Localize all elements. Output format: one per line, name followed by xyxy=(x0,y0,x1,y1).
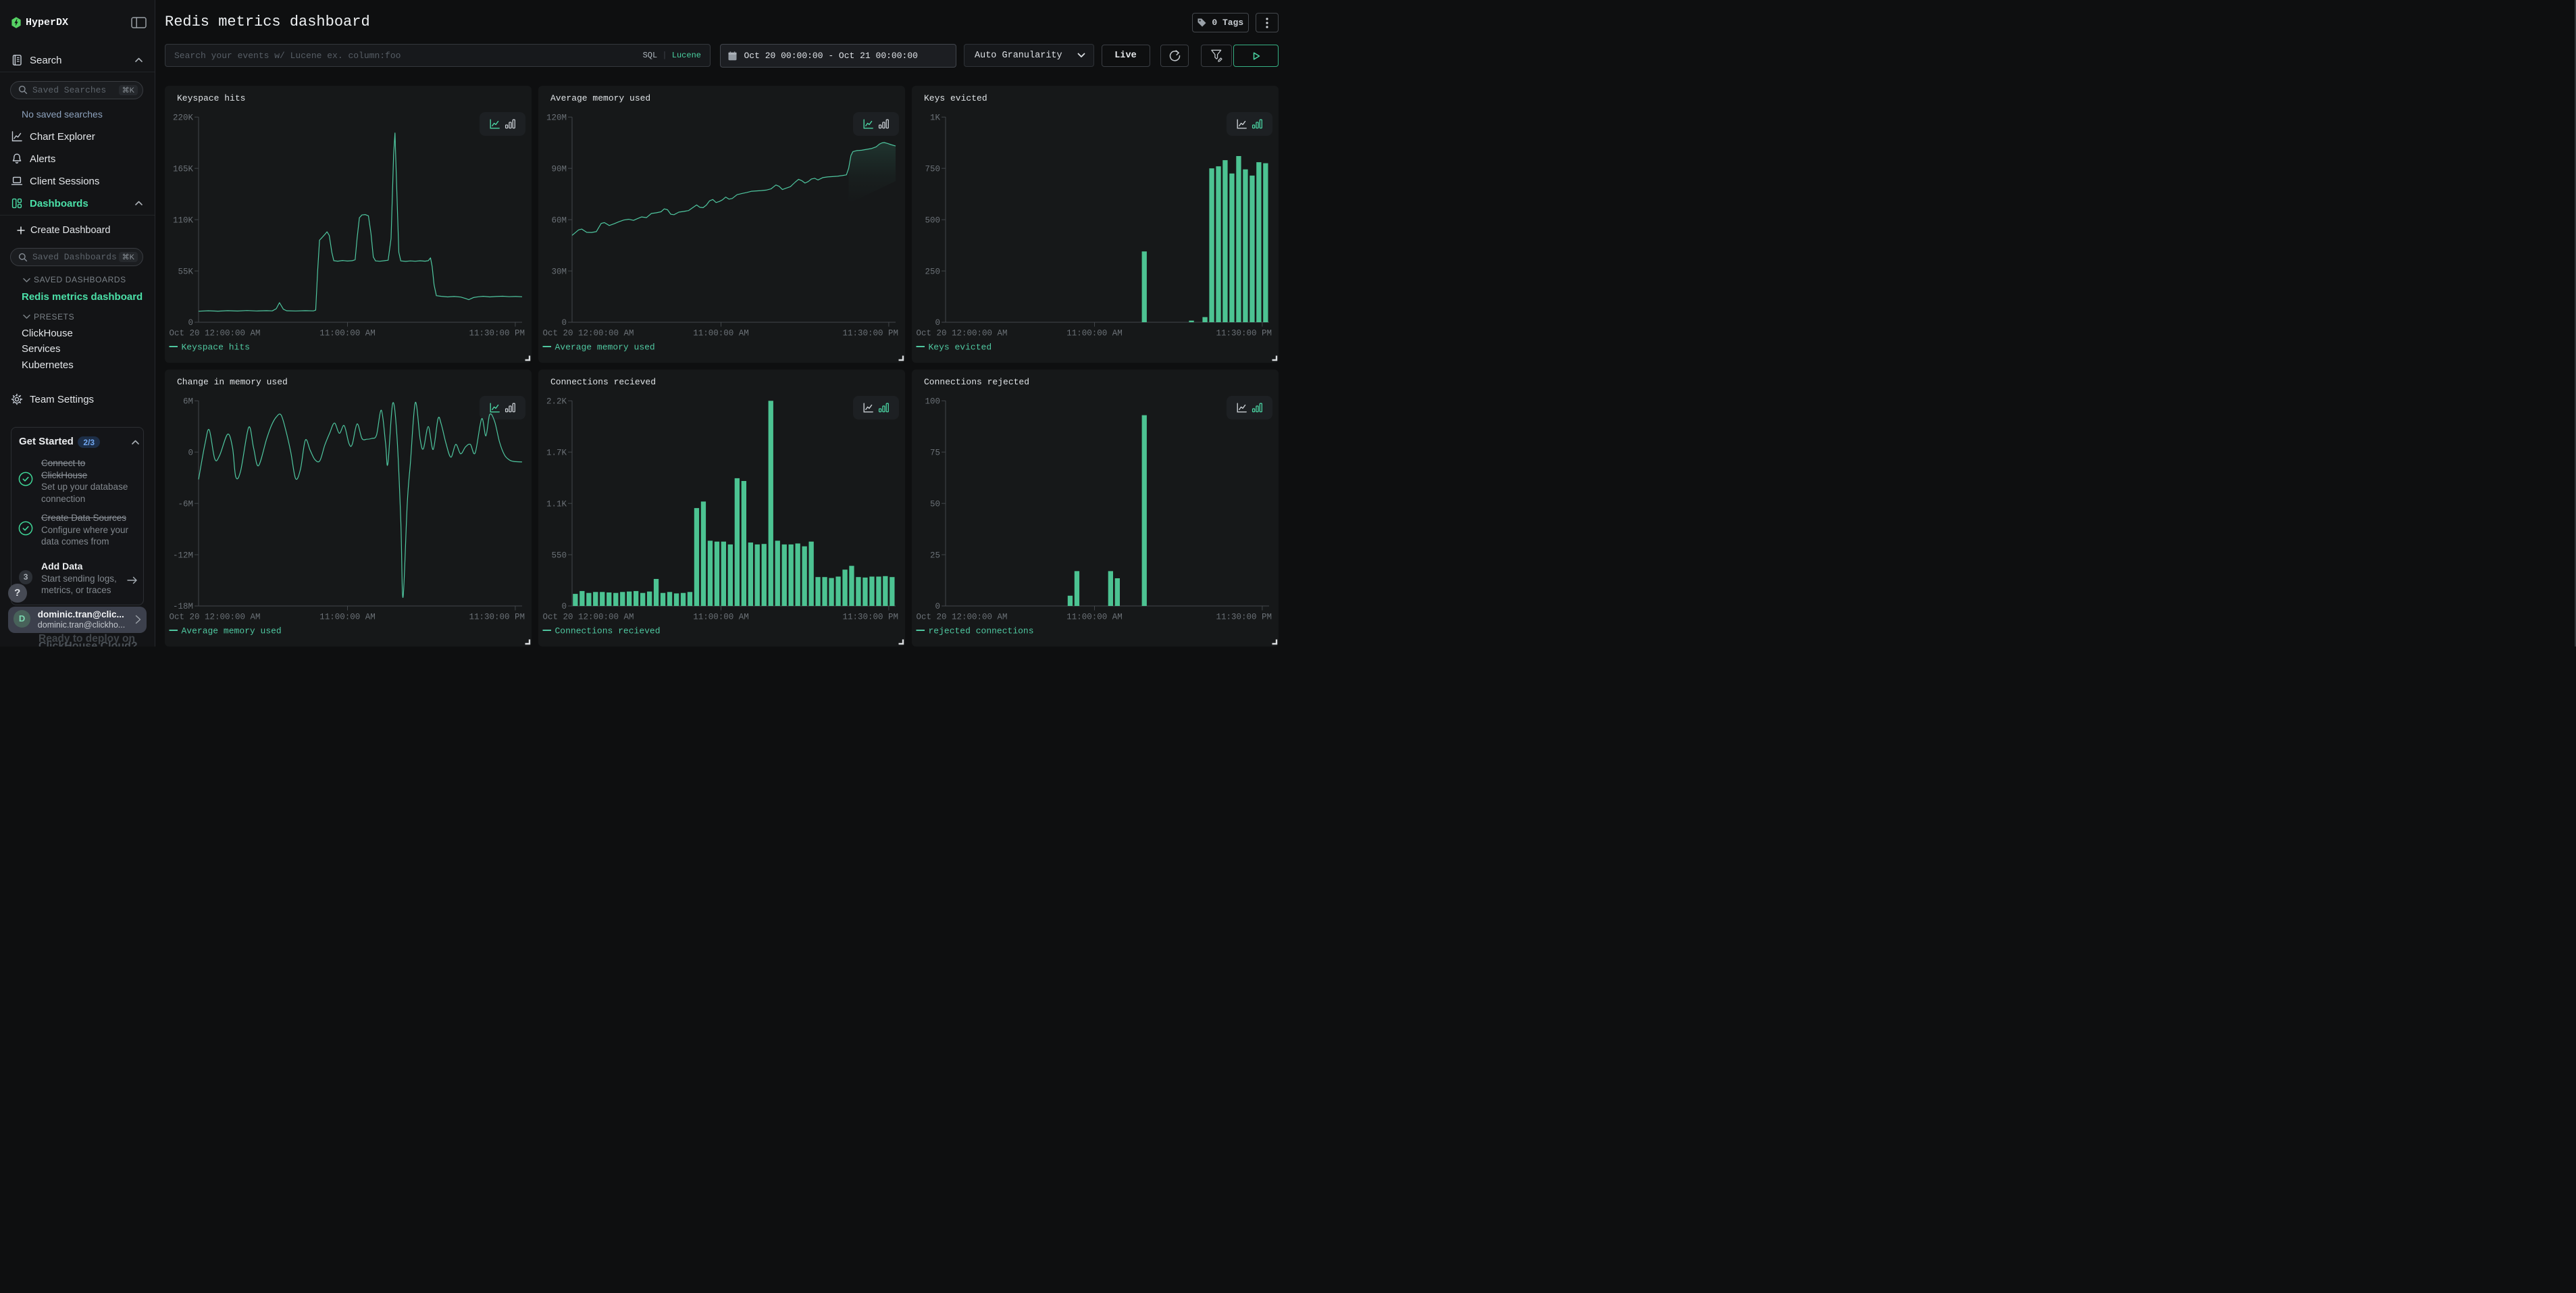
svg-text:11:30:00 PM: 11:30:00 PM xyxy=(842,613,898,622)
svg-text:11:30:00 PM: 11:30:00 PM xyxy=(1216,329,1272,338)
svg-text:60M: 60M xyxy=(551,216,567,225)
svg-text:Keys evicted: Keys evicted xyxy=(929,343,992,353)
svg-text:0: 0 xyxy=(935,318,940,328)
svg-text:0: 0 xyxy=(188,318,193,328)
svg-text:250: 250 xyxy=(925,267,940,276)
svg-text:Keyspace hits: Keyspace hits xyxy=(182,343,250,353)
svg-text:11:00:00 AM: 11:00:00 AM xyxy=(319,329,376,338)
svg-text:Oct 20 12:00:00 AM: Oct 20 12:00:00 AM xyxy=(543,613,634,622)
svg-text:500: 500 xyxy=(925,216,940,225)
svg-text:11:30:00 PM: 11:30:00 PM xyxy=(842,329,898,338)
svg-text:0: 0 xyxy=(188,448,193,457)
svg-text:Connections recieved: Connections recieved xyxy=(555,626,661,636)
svg-text:Oct 20 12:00:00 AM: Oct 20 12:00:00 AM xyxy=(170,613,261,622)
svg-text:rejected connections: rejected connections xyxy=(929,626,1034,636)
svg-text:-6M: -6M xyxy=(178,499,193,509)
svg-text:0: 0 xyxy=(935,602,940,611)
svg-text:75: 75 xyxy=(930,448,940,457)
svg-text:Average memory used: Average memory used xyxy=(555,343,655,353)
svg-text:11:30:00 PM: 11:30:00 PM xyxy=(469,613,525,622)
svg-text:50: 50 xyxy=(930,499,940,509)
svg-text:550: 550 xyxy=(551,551,567,560)
svg-text:1.1K: 1.1K xyxy=(546,499,567,509)
svg-text:Oct 20 12:00:00 AM: Oct 20 12:00:00 AM xyxy=(917,329,1008,338)
svg-text:0: 0 xyxy=(561,602,567,611)
svg-text:100: 100 xyxy=(925,397,940,407)
svg-text:55K: 55K xyxy=(178,267,193,276)
svg-text:165K: 165K xyxy=(173,164,194,174)
svg-text:120M: 120M xyxy=(546,113,567,123)
svg-text:11:30:00 PM: 11:30:00 PM xyxy=(1216,613,1272,622)
svg-text:-18M: -18M xyxy=(173,602,193,611)
svg-text:11:00:00 AM: 11:00:00 AM xyxy=(693,329,749,338)
svg-text:0: 0 xyxy=(561,318,567,328)
svg-text:11:00:00 AM: 11:00:00 AM xyxy=(1066,613,1123,622)
svg-text:11:00:00 AM: 11:00:00 AM xyxy=(1066,329,1123,338)
svg-text:6M: 6M xyxy=(183,397,193,407)
svg-text:2.2K: 2.2K xyxy=(546,397,567,407)
svg-text:11:00:00 AM: 11:00:00 AM xyxy=(693,613,749,622)
svg-text:11:30:00 PM: 11:30:00 PM xyxy=(469,329,525,338)
svg-text:30M: 30M xyxy=(551,267,567,276)
svg-text:-12M: -12M xyxy=(173,551,193,560)
svg-text:11:00:00 AM: 11:00:00 AM xyxy=(319,613,376,622)
svg-text:1.7K: 1.7K xyxy=(546,448,567,457)
svg-text:Oct 20 12:00:00 AM: Oct 20 12:00:00 AM xyxy=(543,329,634,338)
svg-text:90M: 90M xyxy=(551,164,567,174)
svg-text:Oct 20 12:00:00 AM: Oct 20 12:00:00 AM xyxy=(170,329,261,338)
svg-text:1K: 1K xyxy=(930,113,941,123)
svg-text:Average memory used: Average memory used xyxy=(182,626,282,636)
svg-text:25: 25 xyxy=(930,551,940,560)
svg-text:110K: 110K xyxy=(173,216,194,225)
svg-text:750: 750 xyxy=(925,164,940,174)
svg-text:Oct 20 12:00:00 AM: Oct 20 12:00:00 AM xyxy=(917,613,1008,622)
svg-text:220K: 220K xyxy=(173,113,194,123)
